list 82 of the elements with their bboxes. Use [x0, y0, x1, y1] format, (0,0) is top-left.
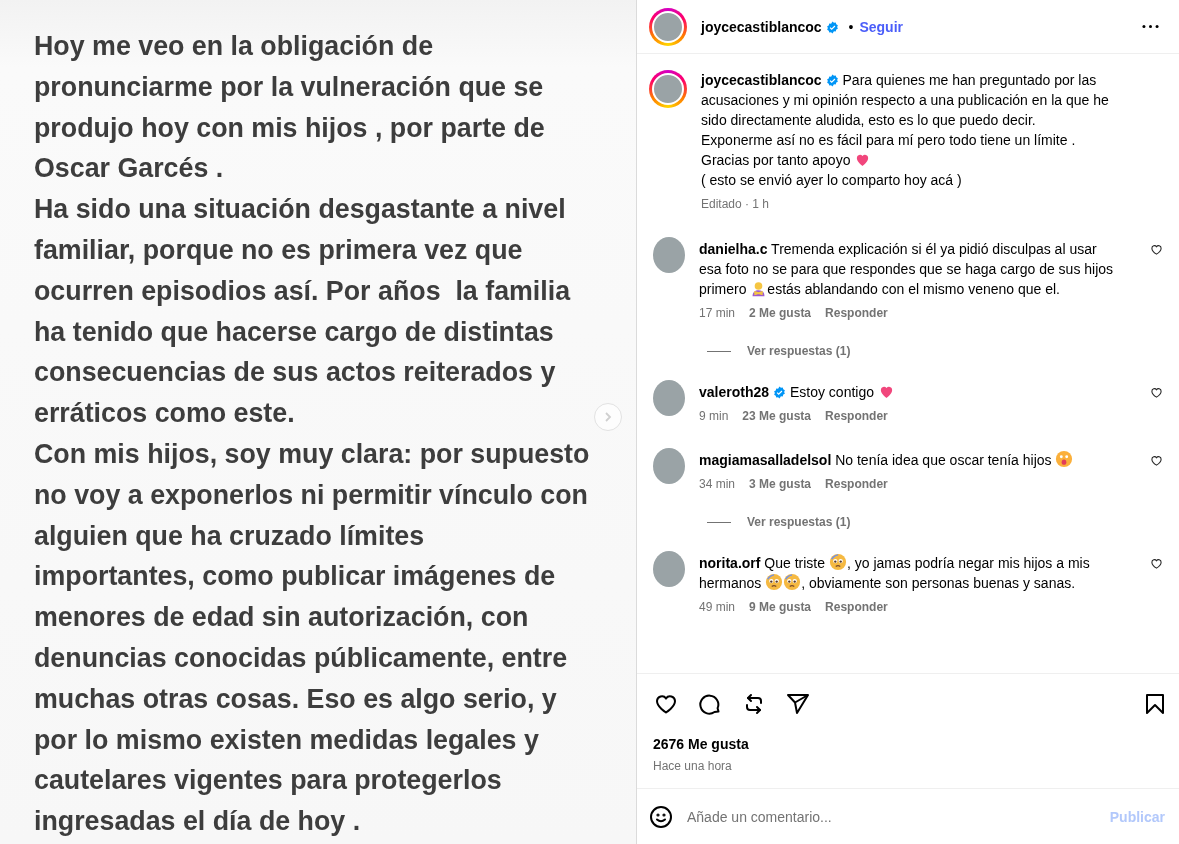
- reply-link[interactable]: Responder: [825, 599, 888, 615]
- view-replies-link[interactable]: Ver respuestas (1): [747, 515, 851, 529]
- emoji-button[interactable]: [649, 804, 673, 829]
- likes-count-link[interactable]: 23 Me gusta: [742, 408, 812, 424]
- comment-time: 9 min: [699, 408, 729, 424]
- like-comment-button[interactable]: [1150, 386, 1163, 399]
- follow-button[interactable]: Seguir: [859, 18, 903, 35]
- note-text-line: no voy a exponerlos ni permitir vínculo con: [34, 478, 588, 512]
- username-link[interactable]: magiamasalladelsol: [699, 452, 832, 468]
- note-text-line: Oscar Garcés .: [34, 152, 224, 186]
- heart-outline-icon: [1150, 454, 1163, 467]
- heart-outline-icon: [1150, 557, 1163, 570]
- like-comment-button[interactable]: [1150, 243, 1163, 256]
- avatar-frame[interactable]: [653, 239, 685, 271]
- note-text-line: menores de edad sin autorización, con: [34, 601, 529, 635]
- comment-text: danielha.c Tremenda explicación si él ya pidió disculpas al usar esa foto no se para que respondes que se haga cargo de sus hijos primero estás ablandando con el mismo veneno que el.: [699, 240, 1115, 299]
- note-text-line: denuncias conocidas públicamente, entre: [34, 641, 568, 675]
- note-text-line: Hoy me veo en la obligación de: [34, 30, 434, 63]
- note-text-line: erráticos como este.: [34, 397, 295, 431]
- comment-text: magiamasalladelsol No tenía idea que oscar tenía hijos: [699, 450, 1117, 470]
- avatar-photo: [653, 237, 685, 273]
- username-link[interactable]: joycecastiblancoc: [701, 72, 822, 88]
- like-comment-button[interactable]: [1150, 557, 1163, 570]
- note-text-line: produjo hoy con mis hijos , por parte de: [34, 111, 545, 145]
- avatar-frame[interactable]: [653, 450, 685, 482]
- avatar-photo: [652, 10, 684, 43]
- pleading-face-emoji-icon: [828, 553, 847, 571]
- username-link[interactable]: joycecastiblancoc: [701, 18, 822, 35]
- note-text-line: pronunciarme por la vulneración que se: [34, 70, 544, 104]
- likes-count-link[interactable]: 3 Me gusta: [749, 476, 812, 492]
- speech-bubble-icon: [698, 692, 722, 716]
- more-icon: [1142, 25, 1159, 28]
- comment-time: 17 min: [699, 305, 736, 321]
- note-text-line: familiar, porque no es primera vez que: [34, 234, 523, 267]
- note-text-line: ocurren episodios así. Por años la familia: [34, 274, 571, 308]
- note-text-line: importantes, como publicar imágenes de: [34, 560, 556, 594]
- bookmark-icon: [1143, 692, 1167, 716]
- post-time: Hace una hora: [653, 758, 733, 774]
- pleading-face-emoji-icon: [765, 573, 784, 591]
- avatar-photo: [653, 448, 685, 484]
- avatar-photo: [652, 73, 684, 105]
- likes-count-link[interactable]: 2 Me gusta: [749, 305, 812, 321]
- note-text-line: cautelares vigentes para protegerlos: [34, 764, 502, 798]
- surprised-face-emoji-icon: [1055, 450, 1074, 468]
- heart-outline-icon: [1150, 386, 1163, 399]
- comment-text: norita.orf Que triste , yo jamas podría negar mis hijos a mis hermanos , obviamente son personas buenas y sanas.: [699, 553, 1091, 593]
- comment-text: joycecastiblancoc Para quienes me han preguntado por las acusaciones y mi opinión respecto a una publicación en la que he sido directamente aludida, esto es lo que puedo decir. Exponerme así no es fácil para mí pero todo tiene un límite . Gracias por tanto apoyo ( esto se envió ayer lo comparto hoy acá ): [701, 71, 1110, 190]
- comment-text: valeroth28 Estoy contigo: [699, 382, 1117, 402]
- likes-count-link[interactable]: 9 Me gusta: [749, 599, 812, 615]
- comment-time: 34 min: [699, 476, 736, 492]
- note-text-line: ha tenido que hacerse cargo de distintas: [34, 315, 554, 349]
- note-text-line: alguien que ha cruzado límites: [34, 519, 425, 553]
- view-replies-link[interactable]: Ver respuestas (1): [747, 344, 851, 358]
- username-link[interactable]: valeroth28: [699, 384, 770, 400]
- heart-outline-icon: [654, 692, 678, 716]
- reply-link[interactable]: Responder: [825, 476, 888, 492]
- username-link[interactable]: norita.orf: [699, 555, 761, 571]
- pleading-face-emoji-icon: [783, 573, 802, 591]
- comment-time: 49 min: [699, 599, 736, 615]
- note-text-line: Con mis hijos, soy muy clara: por supuesto: [34, 437, 590, 471]
- avatar-photo: [653, 551, 685, 587]
- like-comment-button[interactable]: [1150, 454, 1163, 467]
- separator-dot: •: [848, 18, 854, 35]
- note-text-line: por lo mismo existen medidas legales y: [34, 723, 539, 757]
- note-text-line: Ha sido una situación desgastante a nivel: [34, 193, 566, 227]
- avatar-frame[interactable]: [653, 553, 685, 585]
- paper-plane-icon: [786, 692, 810, 716]
- avatar-frame[interactable]: [653, 382, 685, 414]
- edited-timestamp: Editado · 1 h: [701, 196, 770, 212]
- smiley-face-icon: [649, 804, 673, 829]
- reply-link[interactable]: Responder: [825, 305, 888, 321]
- story-ring[interactable]: [649, 70, 687, 108]
- note-text-line: ingresadas el día de hoy .: [34, 805, 361, 839]
- chevron-right-icon: [602, 411, 614, 423]
- heart-outline-icon: [1150, 243, 1163, 256]
- note-text-line: consecuencias de sus actos reiterados y: [34, 356, 556, 390]
- story-ring[interactable]: [649, 7, 687, 46]
- username-link[interactable]: danielha.c: [699, 241, 768, 257]
- note-text-line: muchas otras cosas. Eso es algo serio, y: [34, 682, 557, 716]
- avatar-photo: [653, 380, 685, 416]
- likes-count[interactable]: 2676 Me gusta: [653, 735, 1175, 753]
- reply-link[interactable]: Responder: [825, 408, 888, 424]
